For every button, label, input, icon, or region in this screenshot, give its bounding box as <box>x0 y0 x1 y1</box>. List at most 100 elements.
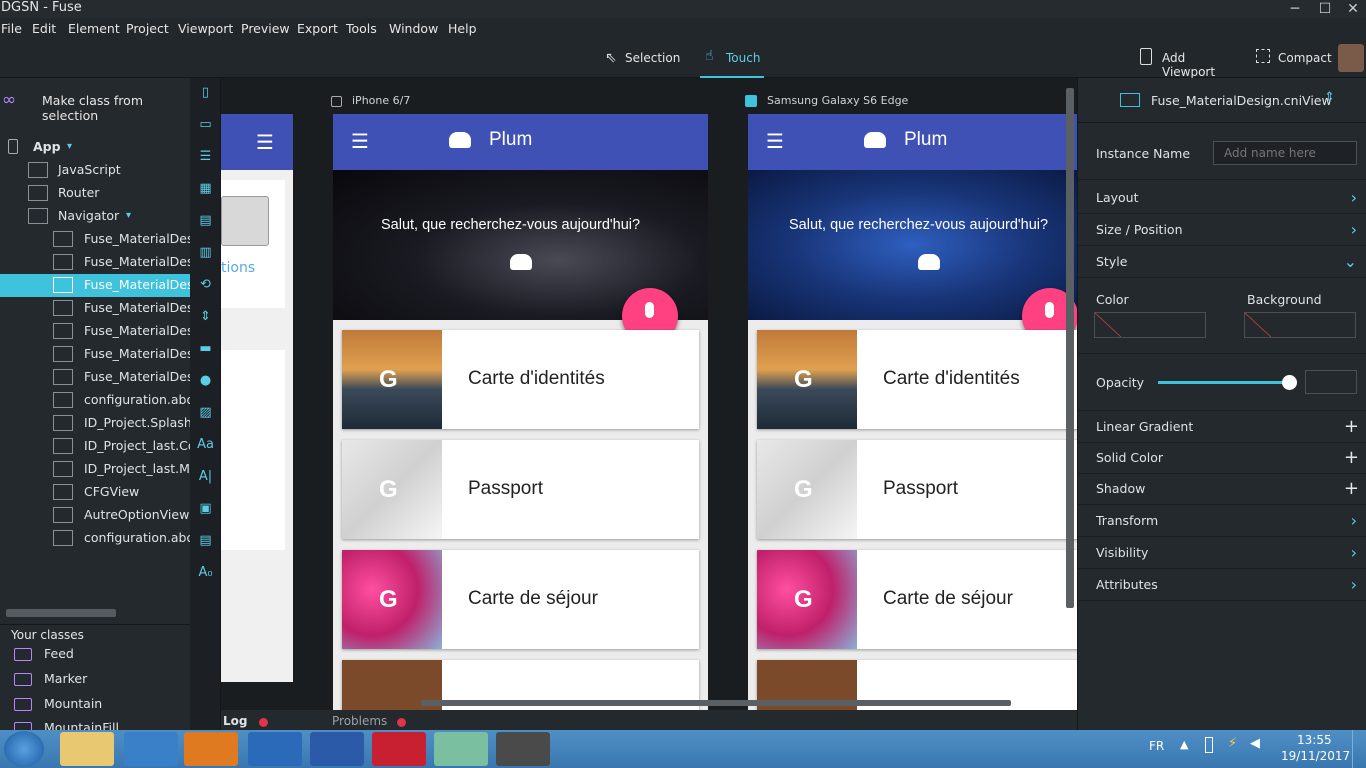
menu-project[interactable]: Project <box>126 21 169 36</box>
add-viewport-button[interactable]: Add Viewport <box>1138 46 1238 79</box>
menu-export[interactable]: Export <box>297 21 338 36</box>
opacity-slider-thumb[interactable] <box>1282 375 1297 390</box>
viewport-canvas[interactable]: ☰ tions iPhone 6/7 ☰ Plum Salut, que rec… <box>221 78 1077 710</box>
class-item-mountain[interactable]: Mountain <box>0 695 190 719</box>
card-identite[interactable]: G Carte d'identités <box>757 330 1077 429</box>
sublime-taskbar-icon[interactable] <box>496 732 550 766</box>
maximize-button[interactable]: ☐ <box>1310 0 1340 18</box>
horizontal-scrollbar[interactable] <box>421 700 1011 706</box>
color-picker[interactable] <box>1094 312 1206 338</box>
fuse-taskbar-icon[interactable] <box>434 732 488 766</box>
viewport-samsung[interactable]: ☰ Plum Salut, que recherchez-vous aujour… <box>748 114 1077 710</box>
opacity-input[interactable] <box>1305 370 1357 394</box>
tree-item-navigator[interactable]: Navigator ▾ <box>0 205 190 228</box>
button-icon[interactable]: ▣ <box>195 498 216 519</box>
chevron-down-icon[interactable]: ▾ <box>67 136 72 158</box>
log-tab[interactable]: Log <box>221 714 281 730</box>
tree-item[interactable]: ID_Project.SplashV <box>0 412 190 435</box>
slider-icon[interactable]: ▤ <box>195 530 216 551</box>
card-identite[interactable]: G Carte d'identités <box>342 330 699 429</box>
file-selector[interactable]: Fuse_MaterialDesign.cniView ⇕ <box>1078 78 1366 123</box>
tree-item[interactable]: configuration.abou <box>0 389 190 412</box>
menu-help[interactable]: Help <box>448 21 477 36</box>
viewport-checkbox[interactable] <box>331 96 342 107</box>
stack-panel-icon[interactable]: ☰ <box>195 146 216 167</box>
phone-icon[interactable]: ▯ <box>195 82 216 103</box>
card-passport[interactable]: G Passport <box>342 440 699 539</box>
clock-time[interactable]: 13:55 <box>1297 733 1332 747</box>
viewport-header-samsung[interactable]: Samsung Galaxy S6 Edge <box>745 94 965 110</box>
background-picker[interactable] <box>1244 312 1356 338</box>
outlook-taskbar-icon[interactable] <box>248 732 302 766</box>
close-button[interactable]: ✕ <box>1338 0 1366 18</box>
tree-item[interactable]: Fuse_MaterialDesig <box>0 228 190 251</box>
wrap-panel-icon[interactable]: ▥ <box>195 242 216 263</box>
visibility-section[interactable]: Visibility › <box>1078 537 1366 569</box>
compact-button[interactable]: Compact <box>1255 46 1332 70</box>
hamburger-icon[interactable]: ☰ <box>256 130 274 154</box>
tree-item[interactable]: CFGView <box>0 481 190 504</box>
battery-icon[interactable] <box>1205 737 1213 753</box>
viewport-checkbox[interactable] <box>745 95 757 107</box>
hamburger-icon[interactable]: ☰ <box>351 129 369 153</box>
tree-item[interactable]: ID_Project_last.Ma <box>0 458 190 481</box>
card-passport[interactable]: G Passport <box>757 440 1077 539</box>
ie-taskbar-icon[interactable] <box>124 732 178 766</box>
plus-icon[interactable]: + <box>1344 473 1359 505</box>
problems-tab[interactable]: Problems <box>331 714 421 730</box>
tree-item-router[interactable]: Router <box>0 182 190 205</box>
tree-item-app[interactable]: App ▾ <box>0 136 190 159</box>
show-desktop-button[interactable] <box>1352 730 1366 768</box>
tree-item[interactable]: Fuse_MaterialDesig <box>0 366 190 389</box>
class-item-feed[interactable]: Feed <box>0 645 190 669</box>
menu-preview[interactable]: Preview <box>241 21 290 36</box>
shadow-row[interactable]: Shadow + <box>1078 473 1366 505</box>
grid-icon[interactable]: ▦ <box>195 178 216 199</box>
scroll-view-icon[interactable]: ⇕ <box>195 306 216 327</box>
selection-mode-button[interactable]: ⇖ Selection <box>605 48 680 72</box>
tree-item-selected[interactable]: Fuse_MaterialDesig <box>0 274 190 297</box>
media-player-taskbar-icon[interactable] <box>184 732 238 766</box>
tree-item[interactable]: Fuse_MaterialDesig <box>0 343 190 366</box>
tree-item[interactable]: ID_Project_last.Cor <box>0 435 190 458</box>
tree-item-javascript[interactable]: JavaScript <box>0 159 190 182</box>
menu-viewport[interactable]: Viewport <box>178 21 233 36</box>
instance-name-input[interactable] <box>1213 141 1357 165</box>
link-text[interactable]: tions <box>221 260 255 276</box>
rectangle-icon[interactable]: ▬ <box>195 338 216 359</box>
panel-icon[interactable]: ▭ <box>195 114 216 135</box>
tree-item[interactable]: Fuse_MaterialDesig <box>0 297 190 320</box>
opera-taskbar-icon[interactable] <box>372 732 426 766</box>
network-icon[interactable]: ⚡ <box>1228 736 1237 751</box>
attributes-section[interactable]: Attributes › <box>1078 569 1366 601</box>
tree-item[interactable]: AutreOptionView <box>0 504 190 527</box>
circle-icon[interactable]: ● <box>195 370 216 391</box>
text-icon[interactable]: Aa <box>195 434 216 455</box>
viewport-header-iphone[interactable]: iPhone 6/7 <box>331 94 531 110</box>
tree-item[interactable]: Fuse_MaterialDesig <box>0 251 190 274</box>
chevron-down-icon[interactable]: ▾ <box>126 205 131 227</box>
menu-element[interactable]: Element <box>68 21 120 36</box>
size-position-section[interactable]: Size / Position › <box>1078 214 1366 246</box>
explorer-taskbar-icon[interactable] <box>60 732 114 766</box>
transform-section[interactable]: Transform › <box>1078 505 1366 537</box>
clock-date[interactable]: 19/11/2017 <box>1281 749 1350 763</box>
font-icon[interactable]: A₀ <box>195 562 216 583</box>
opacity-slider[interactable] <box>1158 375 1297 390</box>
card-sejour[interactable]: G Carte de séjour <box>342 550 699 649</box>
plus-icon[interactable]: + <box>1344 411 1359 443</box>
tree-item[interactable]: configuration.abou <box>0 527 190 550</box>
class-item-mountainfill[interactable]: MountainFill <box>0 719 190 730</box>
image-icon[interactable]: ▨ <box>195 402 216 423</box>
dock-panel-icon[interactable]: ▤ <box>195 210 216 231</box>
firefox-taskbar-icon[interactable] <box>310 732 364 766</box>
start-button[interactable] <box>4 731 44 767</box>
solid-color-row[interactable]: Solid Color + <box>1078 442 1366 474</box>
tray-chevron-icon[interactable]: ▲ <box>1180 738 1188 751</box>
horizontal-scrollbar[interactable] <box>6 609 116 617</box>
menu-edit[interactable]: Edit <box>32 21 56 36</box>
style-section[interactable]: Style ⌄ <box>1078 246 1366 278</box>
layout-section[interactable]: Layout › <box>1078 182 1366 214</box>
minimize-button[interactable]: ─ <box>1280 0 1310 18</box>
menu-file[interactable]: File <box>1 21 22 36</box>
